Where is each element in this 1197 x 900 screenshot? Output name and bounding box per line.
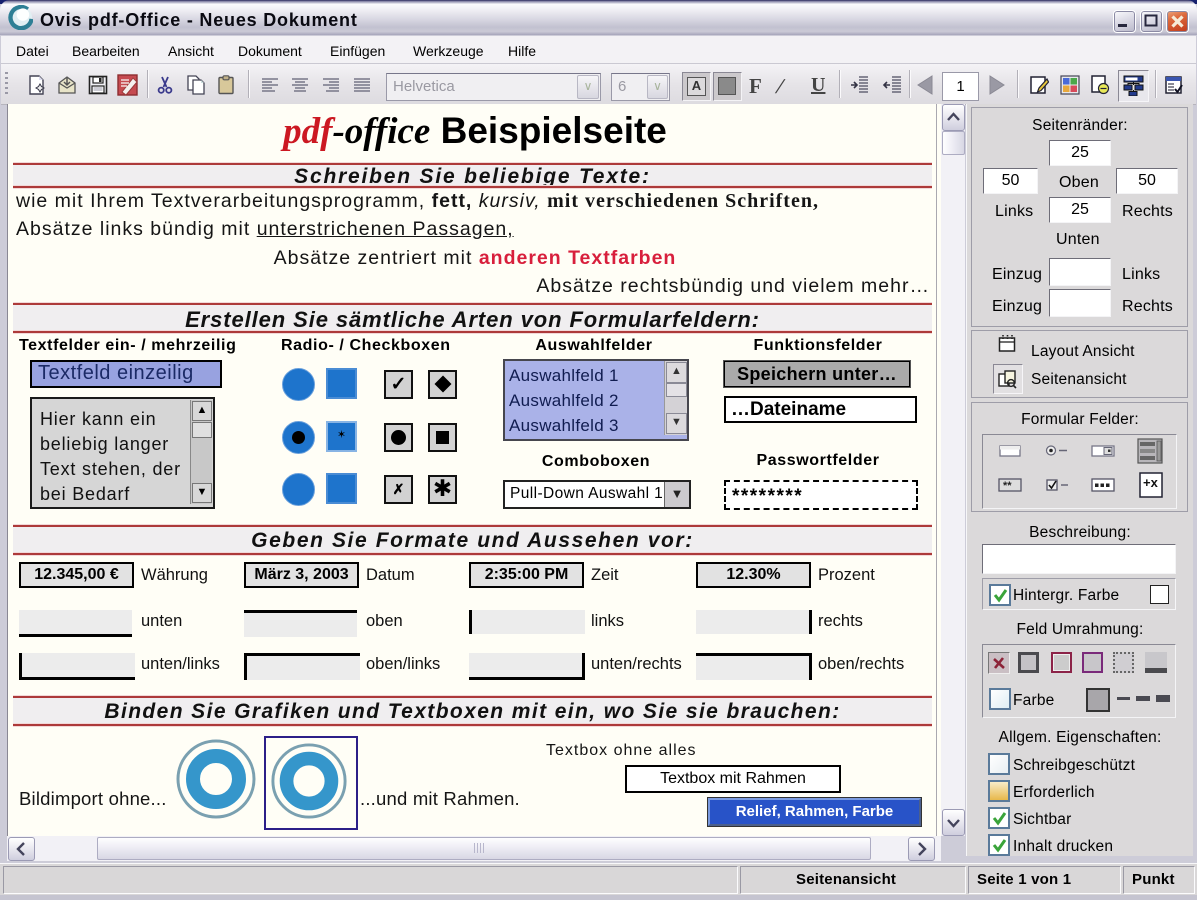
- svg-text:**: **: [1003, 480, 1012, 492]
- svg-text:+x: +x: [1143, 475, 1159, 490]
